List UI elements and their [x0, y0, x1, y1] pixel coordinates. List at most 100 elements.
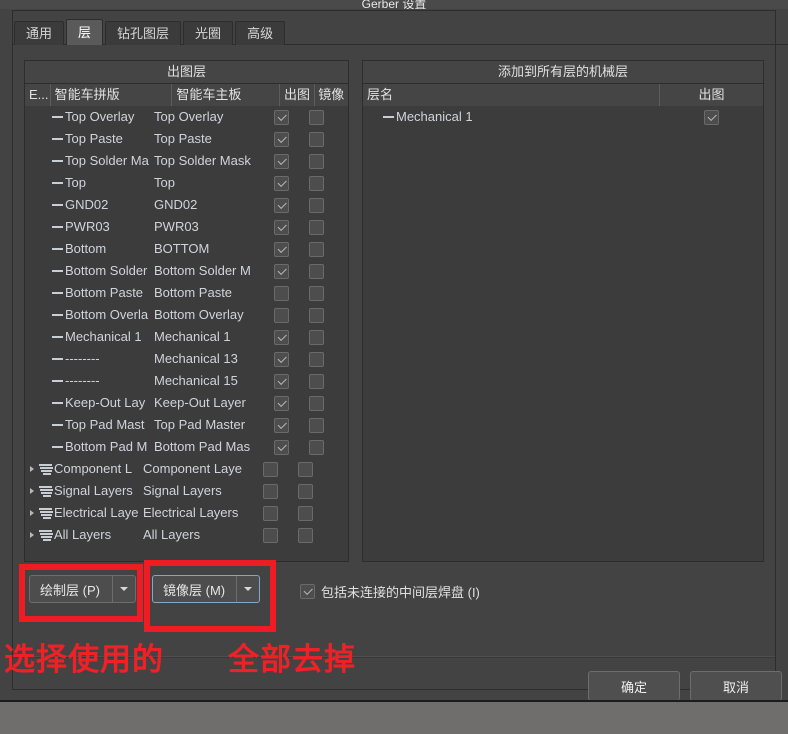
plot-checkbox[interactable]: [263, 461, 278, 477]
mirror-checkbox[interactable]: [308, 263, 324, 279]
plot-checkbox-cell[interactable]: [264, 241, 299, 257]
mirror-checkbox[interactable]: [308, 307, 324, 323]
mirror-checkbox[interactable]: [297, 505, 313, 521]
plot-checkbox[interactable]: [274, 109, 289, 125]
plot-checkbox[interactable]: [274, 175, 289, 191]
table-row[interactable]: Component L Component Laye: [25, 458, 348, 480]
checkbox-box[interactable]: [300, 584, 315, 599]
table-row[interactable]: Top Pad Mast Top Pad Master: [25, 414, 348, 436]
plot-checkbox[interactable]: [263, 483, 278, 499]
expand-arrow-icon[interactable]: [25, 510, 39, 516]
table-row[interactable]: Mechanical 1 Mechanical 1: [25, 326, 348, 348]
mirror-checkbox[interactable]: [308, 373, 324, 389]
plot-checkbox-cell[interactable]: [264, 285, 299, 301]
mirror-checkbox[interactable]: [308, 241, 324, 257]
plot-checkbox[interactable]: [274, 329, 289, 345]
plot-checkbox-cell[interactable]: [264, 219, 299, 235]
table-row[interactable]: Electrical Laye Electrical Layers: [25, 502, 348, 524]
table-row[interactable]: Bottom Overla Bottom Overlay: [25, 304, 348, 326]
mirror-checkbox-cell[interactable]: [299, 219, 333, 235]
plot-checkbox[interactable]: [274, 417, 289, 433]
mirror-checkbox-cell[interactable]: [288, 527, 322, 543]
plot-checkbox-cell[interactable]: [264, 417, 299, 433]
plot-checkbox[interactable]: [263, 527, 278, 543]
mirror-checkbox-cell[interactable]: [288, 483, 322, 499]
plot-checkbox-cell[interactable]: [264, 131, 299, 147]
mirror-checkbox[interactable]: [297, 461, 313, 477]
plot-checkbox[interactable]: [704, 109, 719, 125]
table-row[interactable]: Bottom Solder Bottom Solder M: [25, 260, 348, 282]
plot-checkbox-cell[interactable]: [264, 153, 299, 169]
table-row[interactable]: Top Overlay Top Overlay: [25, 106, 348, 128]
table-row[interactable]: Top Paste Top Paste: [25, 128, 348, 150]
plot-checkbox[interactable]: [274, 197, 289, 213]
table-row[interactable]: -------- Mechanical 13: [25, 348, 348, 370]
column-header-plot[interactable]: 出图: [280, 84, 315, 106]
mirror-checkbox-cell[interactable]: [299, 175, 333, 191]
mirror-checkbox[interactable]: [308, 109, 324, 125]
plot-checkbox-cell[interactable]: [264, 197, 299, 213]
plot-checkbox-cell[interactable]: [264, 263, 299, 279]
plot-checkbox[interactable]: [274, 439, 289, 455]
plot-checkbox-cell[interactable]: [264, 329, 299, 345]
mirror-checkbox[interactable]: [308, 153, 324, 169]
mirror-checkbox-cell[interactable]: [288, 505, 322, 521]
mirror-checkbox-cell[interactable]: [299, 307, 333, 323]
mirror-checkbox-cell[interactable]: [299, 373, 333, 389]
mirror-checkbox[interactable]: [308, 131, 324, 147]
plot-checkbox-cell[interactable]: [264, 109, 299, 125]
table-row[interactable]: Bottom BOTTOM: [25, 238, 348, 260]
mirror-checkbox[interactable]: [308, 351, 324, 367]
expand-arrow-icon[interactable]: [25, 488, 39, 494]
column-header-panel-name[interactable]: 智能车拼版: [51, 84, 173, 106]
mirror-checkbox-cell[interactable]: [288, 461, 322, 477]
plot-checkbox-cell[interactable]: [253, 461, 288, 477]
tab-0[interactable]: 通用: [14, 21, 65, 45]
expand-arrow-icon[interactable]: [25, 532, 39, 538]
mirror-checkbox-cell[interactable]: [299, 197, 333, 213]
plot-checkbox-cell[interactable]: [264, 351, 299, 367]
mirror-checkbox-cell[interactable]: [299, 109, 333, 125]
tab-4[interactable]: 高级: [235, 21, 286, 45]
plot-checkbox[interactable]: [274, 263, 289, 279]
table-row[interactable]: Bottom Paste Bottom Paste: [25, 282, 348, 304]
table-row[interactable]: All Layers All Layers: [25, 524, 348, 546]
mirror-checkbox-cell[interactable]: [299, 329, 333, 345]
plot-checkbox[interactable]: [274, 307, 289, 323]
plot-checkbox-cell[interactable]: [264, 439, 299, 455]
plot-checkbox[interactable]: [274, 241, 289, 257]
mirror-checkbox[interactable]: [308, 439, 324, 455]
mirror-checkbox[interactable]: [308, 219, 324, 235]
ok-button[interactable]: 确定: [588, 671, 680, 701]
plot-checkbox-cell[interactable]: [264, 307, 299, 323]
mechanical-plot-checkbox-cell[interactable]: [660, 109, 763, 125]
table-row[interactable]: Signal Layers Signal Layers: [25, 480, 348, 502]
mirror-checkbox-cell[interactable]: [299, 351, 333, 367]
column-header-mirror[interactable]: 镜像: [315, 84, 348, 106]
table-row[interactable]: -------- Mechanical 15: [25, 370, 348, 392]
mirror-checkbox[interactable]: [308, 197, 324, 213]
mirror-checkbox[interactable]: [297, 527, 313, 543]
column-header-board-name[interactable]: 智能车主板: [172, 84, 281, 106]
table-row[interactable]: PWR03 PWR03: [25, 216, 348, 238]
expand-arrow-icon[interactable]: [25, 466, 39, 472]
mirror-checkbox-cell[interactable]: [299, 395, 333, 411]
mirror-checkbox[interactable]: [308, 395, 324, 411]
plot-checkbox[interactable]: [274, 373, 289, 389]
plot-checkbox[interactable]: [274, 219, 289, 235]
mirror-checkbox[interactable]: [308, 417, 324, 433]
plot-checkbox-cell[interactable]: [264, 373, 299, 389]
mirror-checkbox-cell[interactable]: [299, 417, 333, 433]
plot-checkbox[interactable]: [274, 131, 289, 147]
tab-3[interactable]: 光圈: [183, 21, 234, 45]
plot-checkbox-cell[interactable]: [253, 483, 288, 499]
mirror-checkbox-cell[interactable]: [299, 153, 333, 169]
mirror-checkbox[interactable]: [297, 483, 313, 499]
plot-checkbox-cell[interactable]: [264, 395, 299, 411]
column-header-mech-plot[interactable]: 出图: [660, 84, 763, 106]
mirror-checkbox-cell[interactable]: [299, 241, 333, 257]
mirror-checkbox[interactable]: [308, 175, 324, 191]
mirror-checkbox-cell[interactable]: [299, 285, 333, 301]
mechanical-layers-row-list[interactable]: Mechanical 1: [363, 106, 763, 561]
cancel-button[interactable]: 取消: [690, 671, 782, 701]
